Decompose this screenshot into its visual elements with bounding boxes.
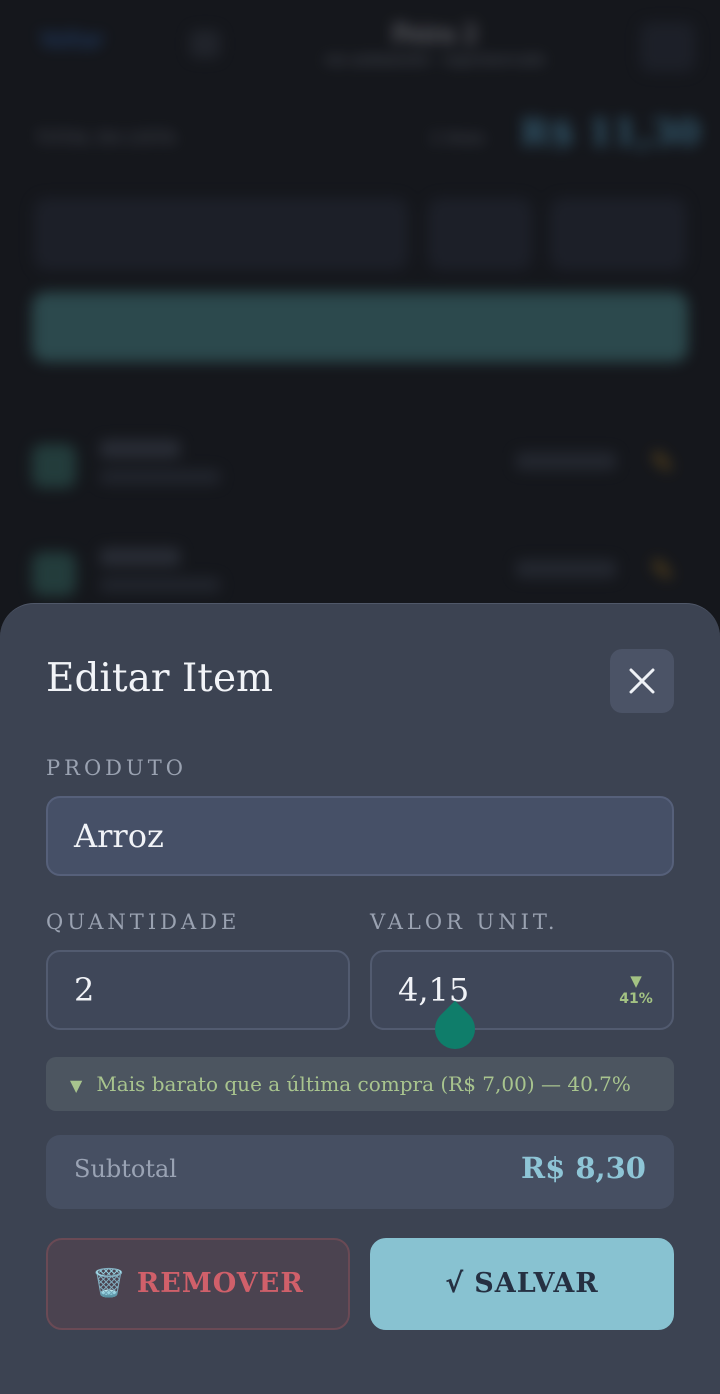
list-item: ✎ [32, 548, 688, 608]
product-label: PRODUTO [46, 756, 187, 780]
background-subtitle: em andamento · supermercado [324, 52, 546, 68]
edit-item-sheet: Editar Item PRODUTO Arroz QUANTIDADE 2 V… [0, 603, 720, 1394]
checkbox [32, 444, 76, 488]
background-qty-input [428, 198, 532, 270]
sheet-title: Editar Item [46, 656, 274, 701]
check-icon: √ [445, 1268, 465, 1299]
menu-icon [640, 22, 695, 72]
product-input[interactable]: Arroz [46, 796, 674, 876]
close-button[interactable] [610, 649, 674, 713]
pencil-icon: ✎ [650, 554, 676, 589]
background-title: Feira 2 [392, 20, 478, 48]
remove-button[interactable]: 🗑️ REMOVER [46, 1238, 350, 1330]
subtotal-value: R$ 8,30 [520, 1151, 646, 1185]
remove-label: REMOVER [136, 1268, 304, 1299]
price-delta-badge: ▼ 41% [616, 972, 656, 1008]
subtotal-label: Subtotal [74, 1155, 177, 1183]
items-count: 2 itens [430, 128, 485, 147]
checkbox [32, 552, 76, 596]
save-button[interactable]: √ SALVAR [370, 1238, 674, 1330]
item-name [100, 548, 180, 566]
background-price-input [550, 198, 686, 270]
close-icon [629, 668, 655, 694]
item-detail [100, 578, 220, 592]
trash-icon: 🗑️ [92, 1268, 127, 1299]
item-name [100, 440, 180, 458]
background-product-input [34, 198, 408, 270]
down-arrow-icon: ▼ [630, 972, 642, 990]
background-screen: Voltar Feira 2 em andamento · supermerca… [0, 0, 720, 700]
item-price [516, 560, 616, 578]
pencil-icon: ✎ [650, 446, 676, 481]
background-add-button [32, 292, 688, 362]
hint-text: Mais barato que a última compra (R$ 7,00… [96, 1072, 631, 1096]
price-comparison-hint: ▼ Mais barato que a última compra (R$ 7,0… [46, 1057, 674, 1111]
quantity-label: QUANTIDADE [46, 910, 241, 934]
list-icon [190, 30, 220, 58]
total-label: TOTAL DA LISTA [36, 128, 176, 147]
price-label: VALOR UNIT. [370, 910, 559, 934]
item-detail [100, 470, 220, 484]
subtotal-box: Subtotal R$ 8,30 [46, 1135, 674, 1209]
down-arrow-icon: ▼ [70, 1076, 83, 1095]
item-price [516, 452, 616, 470]
save-label: SALVAR [474, 1268, 599, 1299]
list-item: ✎ [32, 440, 688, 500]
quantity-input[interactable]: 2 [46, 950, 350, 1030]
price-delta-percent: 41% [619, 991, 653, 1007]
total-value: R$ 11,30 [520, 112, 701, 154]
back-link: Voltar [40, 28, 105, 53]
price-input[interactable]: 4,15 ▼ 41% [370, 950, 674, 1030]
